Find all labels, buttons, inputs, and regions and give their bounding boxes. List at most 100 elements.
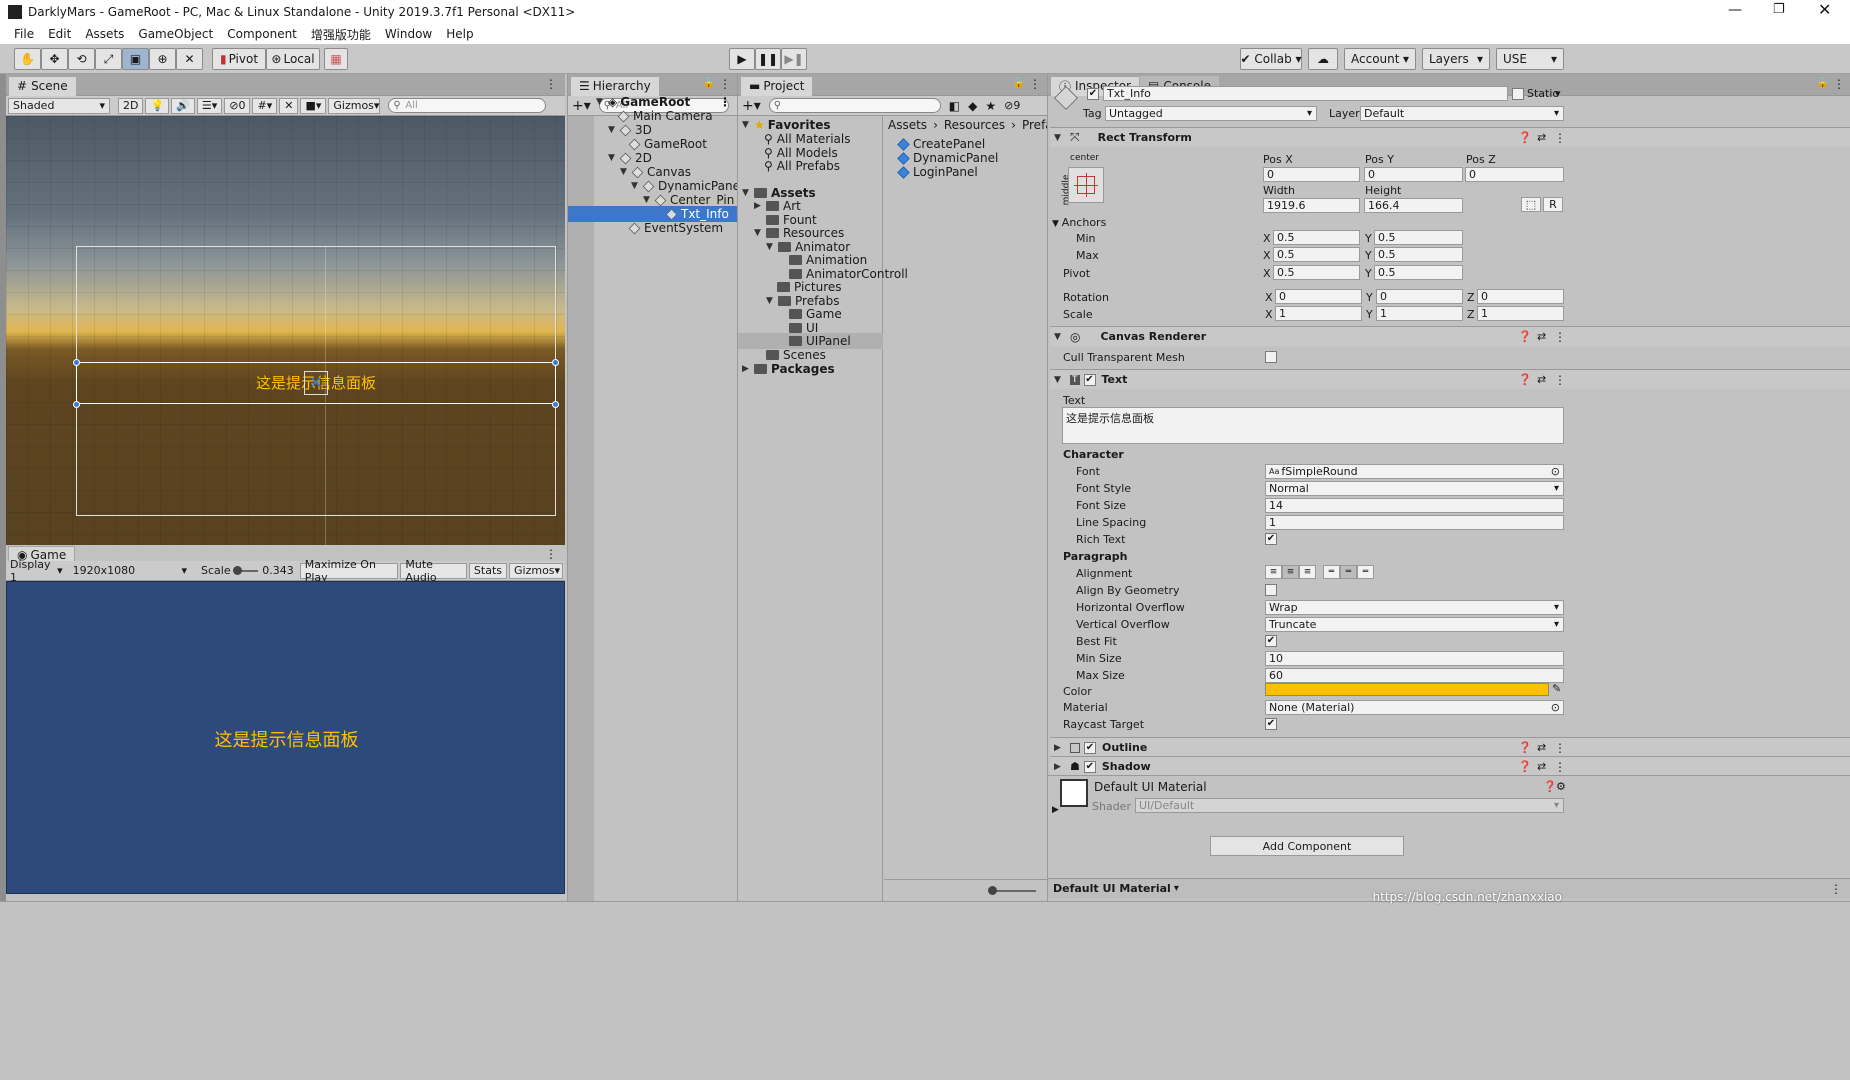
expand-arrow-icon[interactable]: ▼ (742, 188, 751, 198)
pivot-y-field[interactable]: 0.5 (1374, 265, 1463, 280)
collapse-arrow-icon[interactable]: ▶ (742, 364, 751, 374)
expand-arrow-icon[interactable]: ▼ (1054, 332, 1063, 342)
object-name-field[interactable]: Txt_Info (1103, 86, 1508, 101)
rotation-y-field[interactable]: 0 (1376, 289, 1463, 304)
rect-handle[interactable] (552, 401, 559, 408)
outline-component-header[interactable]: ▶ ✔ Outline ❓ ⇄ ⋮ (1050, 737, 1850, 757)
scale-slider[interactable] (232, 565, 259, 575)
expand-arrow-icon[interactable]: ▼ (742, 120, 751, 130)
pos-z-field[interactable]: 0 (1465, 167, 1564, 182)
tab-hierarchy[interactable]: ☰ Hierarchy (570, 75, 660, 96)
resolution-dropdown[interactable]: 1920x1080 ▾ (68, 562, 191, 579)
custom-tool-icon[interactable]: ✕ (176, 48, 203, 70)
align-center-icon[interactable]: ≡ (1282, 565, 1299, 579)
search-by-label-icon[interactable]: ◆ (968, 99, 977, 113)
expand-arrow-icon[interactable]: ▼ (608, 125, 617, 135)
align-middle-icon[interactable]: ═ (1340, 565, 1357, 579)
preset-icon[interactable]: ⇄ (1537, 330, 1546, 343)
vertical-overflow-dropdown[interactable]: Truncate (1265, 617, 1564, 632)
menu-assets[interactable]: Assets (85, 27, 124, 41)
component-menu-icon[interactable]: ⋮ (1554, 131, 1566, 145)
maximize-on-play-toggle[interactable]: Maximize On Play (299, 558, 399, 584)
transform-tool-icon[interactable]: ⊕ (149, 48, 176, 70)
hierarchy-item-eventsystem[interactable]: EventSystem (628, 220, 723, 236)
rotate-tool-icon[interactable]: ⟲ (68, 48, 95, 70)
game-menu-icon[interactable]: ⋮ (545, 547, 557, 561)
game-viewport[interactable]: 这是提示信息面板 (6, 581, 565, 894)
material-field[interactable]: None (Material) ⊙ (1265, 700, 1564, 715)
expand-arrow-icon[interactable]: ▼ (754, 228, 763, 238)
height-field[interactable]: 166.4 (1364, 198, 1463, 213)
effects-icon[interactable]: ☰▾ (196, 97, 223, 114)
anchor-max-x-field[interactable]: 0.5 (1273, 247, 1360, 262)
scene-gizmos-dropdown[interactable]: Gizmos ▾ (328, 97, 381, 114)
inspector-menu-icon[interactable]: ⋮ (1833, 77, 1845, 91)
add-component-button[interactable]: Add Component (1210, 836, 1404, 856)
lock-icon[interactable]: 🔒 (1817, 78, 1829, 89)
scale-tool-icon[interactable]: ⤢ (95, 48, 122, 70)
expand-arrow-icon[interactable]: ▼ (608, 153, 617, 163)
layer-dropdown[interactable]: Default (1360, 106, 1564, 121)
raw-edit-button[interactable]: R (1543, 197, 1563, 212)
cull-transparent-checkbox[interactable] (1265, 351, 1277, 363)
preset-icon[interactable]: ⇄ (1537, 741, 1546, 754)
pivot-x-field[interactable]: 0.5 (1273, 265, 1360, 280)
hierarchy-menu-icon[interactable]: ⋮ (719, 77, 731, 91)
minimize-icon[interactable]: — (1728, 2, 1742, 18)
collapse-arrow-icon[interactable]: ▶ (1054, 743, 1063, 753)
hidden-packages-icon[interactable]: ⊘9 (1004, 99, 1020, 112)
outline-enabled-checkbox[interactable]: ✔ (1084, 741, 1096, 754)
slider-knob-icon[interactable] (988, 886, 997, 895)
grid-snap-icon[interactable]: ▦ (324, 48, 348, 70)
text-component-header[interactable]: ▼ T ✔ Text ❓ ⇄ ⋮ (1050, 369, 1850, 389)
expand-arrow-icon[interactable]: ▼ (1054, 133, 1063, 143)
expand-arrow-icon[interactable]: ▼ (620, 167, 629, 177)
menu-gameobject[interactable]: GameObject (138, 27, 213, 41)
expand-arrow-icon[interactable]: ▼ (596, 97, 605, 107)
tab-project[interactable]: ▬ Project (740, 75, 814, 96)
raycast-target-checkbox[interactable]: ✔ (1265, 718, 1277, 730)
align-right-icon[interactable]: ≡ (1299, 565, 1316, 579)
menu-help[interactable]: Help (446, 27, 473, 41)
tab-scene[interactable]: # Scene (8, 75, 77, 96)
eyedropper-icon[interactable]: ✎ (1552, 682, 1561, 695)
move-tool-icon[interactable]: ✥ (41, 48, 68, 70)
grid-icon[interactable]: #▾ (252, 97, 278, 114)
restore-icon[interactable]: ❐ (1773, 2, 1785, 17)
favorite-star-icon[interactable]: ★ (985, 99, 996, 113)
color-swatch[interactable] (1265, 683, 1549, 696)
help-icon[interactable]: ❓ (1518, 741, 1532, 754)
tools-icon[interactable]: ✕ (279, 97, 299, 114)
display-dropdown[interactable]: Display 1 ▾ (6, 558, 67, 584)
shading-dropdown[interactable]: Shaded ▾ (8, 97, 110, 114)
component-menu-icon[interactable]: ⋮ (1554, 741, 1566, 755)
lighting-icon[interactable]: 💡 (145, 97, 170, 114)
hidden-objects-toggle[interactable]: ⊘ 0 (224, 97, 251, 114)
text-enabled-checkbox[interactable]: ✔ (1083, 373, 1096, 386)
cloud-icon[interactable]: ☁ (1308, 48, 1338, 70)
menu-component[interactable]: Component (227, 27, 297, 41)
line-spacing-field[interactable]: 1 (1265, 515, 1564, 530)
search-by-type-icon[interactable]: ◧ (949, 99, 960, 113)
align-by-geometry-checkbox[interactable] (1265, 584, 1277, 596)
width-field[interactable]: 1919.6 (1263, 198, 1360, 213)
best-fit-checkbox[interactable]: ✔ (1265, 635, 1277, 647)
pos-x-field[interactable]: 0 (1263, 167, 1360, 182)
align-bottom-icon[interactable]: ═ (1357, 565, 1374, 579)
blueprint-mode-icon[interactable]: ⬚ (1521, 197, 1541, 212)
anchor-min-y-field[interactable]: 0.5 (1374, 230, 1463, 245)
pivot-button[interactable]: ▮ Pivot (212, 48, 266, 70)
expand-arrow-icon[interactable]: ▼ (766, 296, 775, 306)
component-menu-icon[interactable]: ⋮ (1554, 760, 1566, 774)
preset-icon[interactable]: ⇄ (1537, 373, 1546, 386)
local-button[interactable]: ⊛ Local (266, 48, 320, 70)
scale-x-field[interactable]: 1 (1275, 306, 1362, 321)
tag-dropdown[interactable]: Untagged (1105, 106, 1317, 121)
step-button[interactable]: ▶❚ (781, 48, 807, 70)
collab-button[interactable]: ✔ Collab ▾ (1240, 48, 1302, 70)
collapse-arrow-icon[interactable]: ▶ (1052, 805, 1059, 815)
prefab-loginpanel[interactable]: LoginPanel (897, 164, 978, 180)
max-size-field[interactable]: 60 (1265, 668, 1564, 683)
anchors-row[interactable]: ▼ Anchors (1052, 216, 1106, 229)
shadow-enabled-checkbox[interactable]: ✔ (1083, 760, 1096, 773)
